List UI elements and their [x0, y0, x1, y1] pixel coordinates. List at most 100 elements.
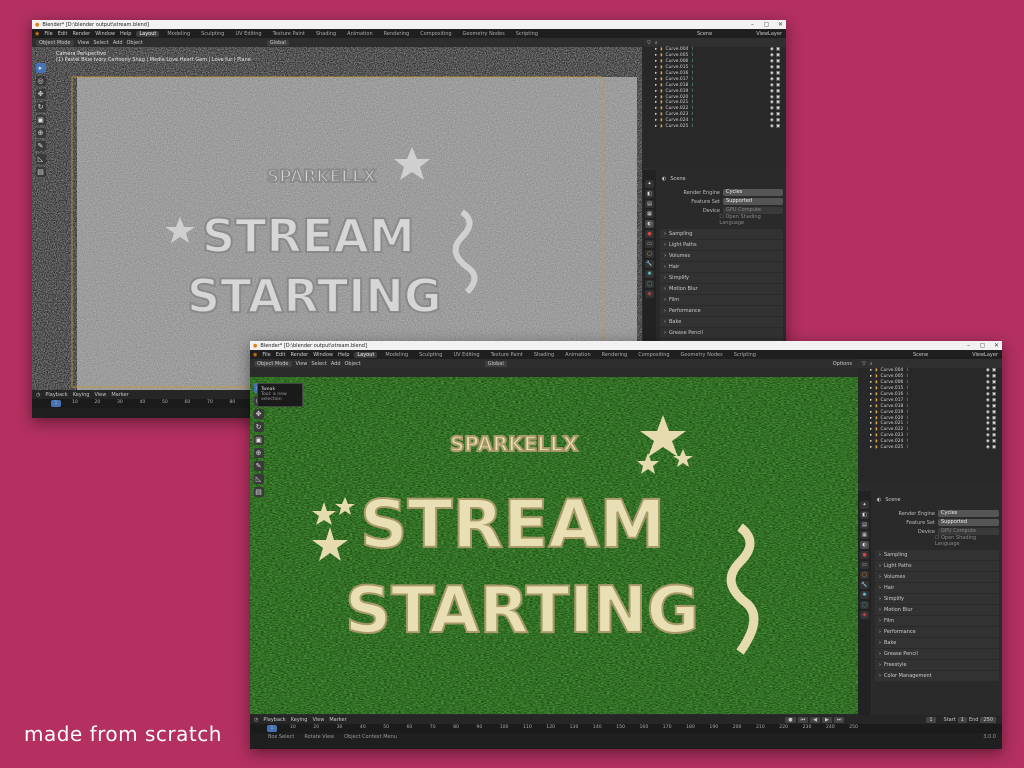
tab-layout[interactable]: Layout — [136, 30, 160, 37]
expand-icon[interactable]: ▸ — [655, 89, 657, 94]
current-frame-indicator[interactable]: 1 — [51, 400, 61, 407]
physics-tab-icon[interactable]: ◯ — [860, 601, 869, 609]
expand-icon[interactable]: ▸ — [655, 118, 657, 123]
scene-tab-icon[interactable]: ◐ — [860, 541, 869, 549]
timeline-editor-icon[interactable]: ◷ — [36, 392, 40, 398]
collection-tab-icon[interactable]: ▭ — [860, 561, 869, 569]
move-tool-icon[interactable]: ✥ — [253, 409, 264, 419]
visibility-icon[interactable]: ◉▣ — [986, 398, 998, 403]
properties-panel[interactable]: ›Freestyle — [875, 660, 999, 670]
tab-modeling[interactable]: Modeling — [382, 352, 411, 358]
frame-ruler[interactable]: 1 10 20 30 40 50 60 70 80 90 100 110 120 130 140 150 16… — [250, 724, 1002, 733]
modifier-tab-icon[interactable]: 🔧 — [645, 260, 654, 268]
properties-panel[interactable]: › Performance — [875, 627, 999, 637]
play-icon[interactable]: ▶ — [821, 716, 832, 723]
close-icon[interactable]: ✕ — [775, 21, 786, 28]
tab-animation[interactable]: Animation — [562, 352, 594, 358]
visibility-icon[interactable]: ◉▣ — [986, 392, 998, 397]
render-engine-dropdown[interactable]: Cycles — [723, 189, 783, 196]
particles-tab-icon[interactable]: ✺ — [860, 591, 869, 599]
properties-panel[interactable]: › Volumes — [875, 572, 999, 582]
expand-icon[interactable]: ▸ — [655, 47, 657, 52]
select-menu[interactable]: Select — [93, 40, 108, 46]
object-menu[interactable]: Object — [127, 40, 143, 46]
expand-icon[interactable]: ▸ — [870, 439, 872, 444]
marker-menu[interactable]: Marker — [111, 392, 128, 398]
tool-tab-icon[interactable]: ✦ — [645, 180, 654, 188]
viewport[interactable]: SPARKELLX STREAM STARTING ▸ ◎ ✥ ↻ ▣ ⊕ ✎ … — [250, 377, 858, 714]
end-frame-field[interactable]: 250 — [980, 716, 996, 723]
tab-modeling[interactable]: Modeling — [164, 31, 193, 37]
add-cube-tool-icon[interactable]: ▤ — [35, 167, 46, 177]
expand-icon[interactable]: ▸ — [870, 416, 872, 421]
tab-geometry-nodes[interactable]: Geometry Nodes — [678, 352, 726, 358]
visibility-icon[interactable]: ◉▣ — [770, 59, 782, 64]
tool-tab-icon[interactable]: ✦ — [860, 501, 869, 509]
jump-end-icon[interactable]: ⏭ — [833, 716, 845, 723]
visibility-icon[interactable]: ◉▣ — [770, 53, 782, 58]
viewport[interactable]: SPARKELLX STREAM STARTING Camera Perspec… — [32, 47, 642, 390]
transform-tool-icon[interactable]: ⊕ — [35, 128, 46, 138]
annotate-tool-icon[interactable]: ✎ — [35, 141, 46, 151]
properties-panel[interactable]: › Simplify — [660, 273, 783, 283]
marker-menu[interactable]: Marker — [329, 717, 346, 723]
select-menu[interactable]: Select — [311, 361, 326, 367]
cursor-tool-icon[interactable]: ◎ — [35, 76, 46, 86]
transform-tool-icon[interactable]: ⊕ — [253, 448, 264, 458]
object-tab-icon[interactable]: ▢ — [645, 250, 654, 258]
properties-panel[interactable]: › Grease Pencil — [875, 649, 999, 659]
tab-compositing[interactable]: Compositing — [417, 31, 454, 37]
viewlayer-selector[interactable]: ViewLayer — [756, 31, 782, 37]
add-cube-tool-icon[interactable]: ▤ — [253, 487, 264, 497]
visibility-icon[interactable]: ◉▣ — [770, 71, 782, 76]
record-icon[interactable]: ● — [785, 716, 796, 723]
world-tab-icon[interactable]: ● — [860, 551, 869, 559]
menu-edit[interactable]: Edit — [58, 31, 68, 37]
visibility-icon[interactable]: ◉▣ — [770, 65, 782, 70]
measure-tool-icon[interactable]: ◺ — [35, 154, 46, 164]
properties-panel[interactable]: › Light Paths — [660, 240, 783, 250]
material-tab-icon[interactable]: ◉ — [860, 611, 869, 619]
expand-icon[interactable]: ▸ — [655, 65, 657, 70]
properties-panel[interactable]: › Bake — [875, 638, 999, 648]
keying-menu[interactable]: Keying — [73, 392, 90, 398]
current-frame-field[interactable]: 1 — [926, 716, 936, 723]
tab-texture-paint[interactable]: Texture Paint — [488, 352, 526, 358]
visibility-icon[interactable]: ◉▣ — [770, 77, 782, 82]
tab-texture-paint[interactable]: Texture Paint — [270, 31, 308, 37]
menu-window[interactable]: Window — [313, 352, 333, 358]
visibility-icon[interactable]: ◉▣ — [986, 380, 998, 385]
rotate-tool-icon[interactable]: ↻ — [253, 422, 264, 432]
properties-panel[interactable]: › Bake — [660, 317, 783, 327]
expand-icon[interactable]: ▸ — [870, 445, 872, 450]
scale-tool-icon[interactable]: ▣ — [253, 435, 264, 445]
tab-scripting[interactable]: Scripting — [513, 31, 541, 37]
tab-shading[interactable]: Shading — [313, 31, 339, 37]
material-tab-icon[interactable]: ◉ — [645, 290, 654, 298]
filter-icon[interactable]: ▽ — [647, 40, 651, 46]
properties-panel[interactable]: › Motion Blur — [875, 605, 999, 615]
feature-set-dropdown[interactable]: Supported — [723, 198, 783, 205]
outliner-search-icon[interactable]: ⌕ — [870, 361, 873, 367]
expand-icon[interactable]: ▸ — [870, 386, 872, 391]
visibility-icon[interactable]: ◉▣ — [770, 47, 782, 52]
rotate-tool-icon[interactable]: ↻ — [35, 102, 46, 112]
playback-menu[interactable]: Playback — [263, 717, 285, 723]
tab-scripting[interactable]: Scripting — [731, 352, 759, 358]
tab-shading[interactable]: Shading — [531, 352, 557, 358]
tab-sculpting[interactable]: Sculpting — [198, 31, 227, 37]
visibility-icon[interactable]: ◉▣ — [770, 106, 782, 111]
visibility-icon[interactable]: ◉▣ — [986, 445, 998, 450]
close-icon[interactable]: ✕ — [991, 342, 1002, 349]
visibility-icon[interactable]: ◉▣ — [770, 95, 782, 100]
expand-icon[interactable]: ▸ — [655, 77, 657, 82]
properties-panel[interactable]: › Color Management — [875, 671, 999, 681]
menu-help[interactable]: Help — [120, 31, 131, 37]
blender-menu-icon[interactable]: ◉ — [253, 352, 257, 358]
scene-selector[interactable]: Scene — [697, 31, 712, 37]
osl-checkbox[interactable]: ☐ Open Shading Language — [935, 535, 999, 547]
jump-start-icon[interactable]: ⏮ — [797, 716, 809, 723]
tab-compositing[interactable]: Compositing — [635, 352, 672, 358]
properties-panel[interactable]: › Hair — [660, 262, 783, 272]
keying-menu[interactable]: Keying — [291, 717, 308, 723]
